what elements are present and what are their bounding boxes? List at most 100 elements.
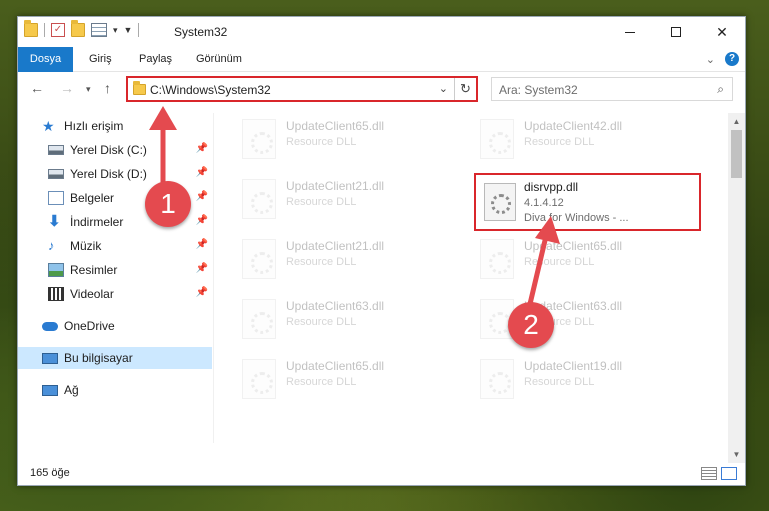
- pin-icon[interactable]: 📌: [196, 263, 208, 274]
- drive-icon: [48, 169, 64, 179]
- file-item[interactable]: UpdateClient65.dll Resource DLL: [218, 115, 448, 163]
- sidebar-item-label: İndirmeler: [70, 215, 124, 229]
- help-icon[interactable]: ?: [725, 52, 739, 66]
- dll-file-icon: [242, 179, 276, 219]
- drive-icon: [48, 145, 64, 155]
- file-item[interactable]: UpdateClient65.dll Resource DLL: [456, 235, 686, 283]
- item-count: 165 öğe: [30, 467, 70, 479]
- pin-icon[interactable]: 📌: [196, 239, 208, 250]
- documents-icon: [48, 191, 64, 205]
- new-folder-icon[interactable]: [71, 20, 85, 37]
- navigation-pane: ★ Hızlı erişim Yerel Disk (C:) 📌 Yerel D…: [18, 113, 212, 457]
- file-item[interactable]: UpdateClient21.dll Resource DLL: [218, 175, 448, 223]
- file-description: Resource DLL: [524, 136, 595, 148]
- ribbon-controls: ⌄ ?: [706, 52, 739, 66]
- search-box[interactable]: Ara: System32 ⌕: [491, 77, 733, 101]
- properties-icon[interactable]: [91, 23, 107, 37]
- file-name: UpdateClient63.dll: [286, 299, 385, 313]
- sidebar-item-label: Resimler: [70, 263, 118, 277]
- sidebar-item-label: Bu bilgisayar: [64, 351, 133, 365]
- address-dropdown-icon[interactable]: ⌄: [439, 82, 448, 95]
- step-2-callout: 2: [508, 302, 554, 348]
- pin-icon[interactable]: 📌: [196, 167, 208, 178]
- pin-icon[interactable]: 📌: [196, 215, 208, 226]
- dll-file-icon: [484, 183, 516, 221]
- forward-arrow-icon[interactable]: →: [60, 80, 74, 96]
- sidebar-item-local-disk-d[interactable]: Yerel Disk (D:) 📌: [18, 163, 212, 185]
- sidebar-item-pictures[interactable]: Resimler 📌: [18, 259, 212, 281]
- scroll-up-icon[interactable]: ▲: [728, 113, 745, 130]
- pin-icon[interactable]: 📌: [196, 143, 208, 154]
- maximize-button[interactable]: [653, 17, 699, 47]
- address-path[interactable]: C:\Windows\System32: [150, 83, 271, 97]
- chevron-down-icon[interactable]: ▾: [113, 25, 118, 36]
- sidebar-item-network[interactable]: Ağ: [18, 379, 212, 401]
- tab-dosya[interactable]: Dosya: [18, 47, 73, 72]
- sidebar-item-label: Ağ: [64, 383, 79, 397]
- folder-icon: [133, 81, 146, 95]
- sidebar-item-local-disk-c[interactable]: Yerel Disk (C:) 📌: [18, 139, 212, 161]
- properties-check-icon[interactable]: ✓: [51, 23, 65, 37]
- customize-toolbar-icon[interactable]: ▼: [124, 25, 133, 35]
- folder-icon: [24, 20, 38, 37]
- file-item[interactable]: UpdateClient42.dll Resource DLL: [456, 115, 686, 163]
- file-item[interactable]: UpdateClient19.dll Resource DLL: [456, 355, 686, 403]
- scroll-down-icon[interactable]: ▼: [728, 446, 745, 463]
- back-arrow-icon[interactable]: ←: [30, 80, 44, 96]
- sidebar-item-quick-access[interactable]: ★ Hızlı erişim: [18, 115, 212, 137]
- music-icon: ♪: [48, 238, 55, 253]
- sidebar-item-onedrive[interactable]: OneDrive: [18, 315, 212, 337]
- file-list: UpdateClient65.dll Resource DLL UpdateCl…: [218, 113, 728, 457]
- dll-file-icon: [242, 239, 276, 279]
- search-input[interactable]: Ara: System32: [499, 83, 578, 97]
- videos-icon: [48, 287, 64, 301]
- dll-file-icon: [242, 299, 276, 339]
- file-name: UpdateClient19.dll: [524, 359, 623, 373]
- tab-gorunum[interactable]: Görünüm: [186, 47, 252, 72]
- recent-locations-icon[interactable]: ▾: [86, 84, 91, 95]
- refresh-icon[interactable]: ↻: [454, 78, 476, 100]
- file-description: Resource DLL: [286, 256, 357, 268]
- file-description: Resource DLL: [524, 256, 595, 268]
- file-description: Resource DLL: [286, 316, 357, 328]
- up-arrow-icon[interactable]: ↑: [104, 80, 111, 96]
- window-title: System32: [174, 25, 228, 39]
- file-item[interactable]: UpdateClient63.dll Resource DLL: [218, 295, 448, 343]
- pin-icon[interactable]: 📌: [196, 191, 208, 202]
- step-1-callout: 1: [145, 181, 191, 227]
- file-item[interactable]: UpdateClient65.dll Resource DLL: [218, 355, 448, 403]
- network-icon: [42, 384, 58, 396]
- search-icon[interactable]: ⌕: [717, 82, 724, 97]
- star-icon: ★: [42, 118, 55, 134]
- this-pc-icon: [42, 352, 58, 364]
- sidebar-item-label: Yerel Disk (D:): [70, 167, 147, 181]
- onedrive-icon: [42, 321, 58, 331]
- scrollbar-thumb[interactable]: [731, 130, 742, 178]
- file-name: UpdateClient21.dll: [286, 239, 385, 253]
- sidebar-item-videos[interactable]: Videolar 📌: [18, 283, 212, 305]
- file-item[interactable]: UpdateClient21.dll Resource DLL: [218, 235, 448, 283]
- sidebar-item-label: Müzik: [70, 239, 102, 253]
- expand-ribbon-icon[interactable]: ⌄: [706, 53, 715, 66]
- pane-divider: [213, 113, 214, 443]
- dll-file-icon: [480, 359, 514, 399]
- file-name: UpdateClient21.dll: [286, 179, 385, 193]
- file-item[interactable]: UpdateClient63.dll Resource DLL: [456, 295, 686, 343]
- highlighted-file-item[interactable]: disrvpp.dll 4.1.4.12 Diva for Windows - …: [474, 173, 701, 231]
- tab-giris[interactable]: Giriş: [79, 47, 122, 72]
- address-bar[interactable]: C:\Windows\System32 ⌄ ↻: [126, 76, 478, 102]
- large-icons-view-icon[interactable]: [721, 467, 737, 480]
- pin-icon[interactable]: 📌: [196, 287, 208, 298]
- sidebar-item-music[interactable]: ♪ Müzik 📌: [18, 235, 212, 257]
- toolbar-divider: [138, 23, 140, 37]
- file-description: Resource DLL: [286, 136, 357, 148]
- pictures-icon: [48, 263, 64, 277]
- vertical-scrollbar[interactable]: ▲ ▼: [728, 113, 745, 463]
- tab-paylas[interactable]: Paylaş: [129, 47, 182, 72]
- close-button[interactable]: ✕: [699, 17, 745, 47]
- details-view-icon[interactable]: [701, 467, 717, 480]
- sidebar-item-this-pc[interactable]: Bu bilgisayar: [18, 347, 212, 369]
- file-version: 4.1.4.12: [524, 197, 564, 209]
- minimize-button[interactable]: [607, 17, 653, 47]
- dll-file-icon: [480, 119, 514, 159]
